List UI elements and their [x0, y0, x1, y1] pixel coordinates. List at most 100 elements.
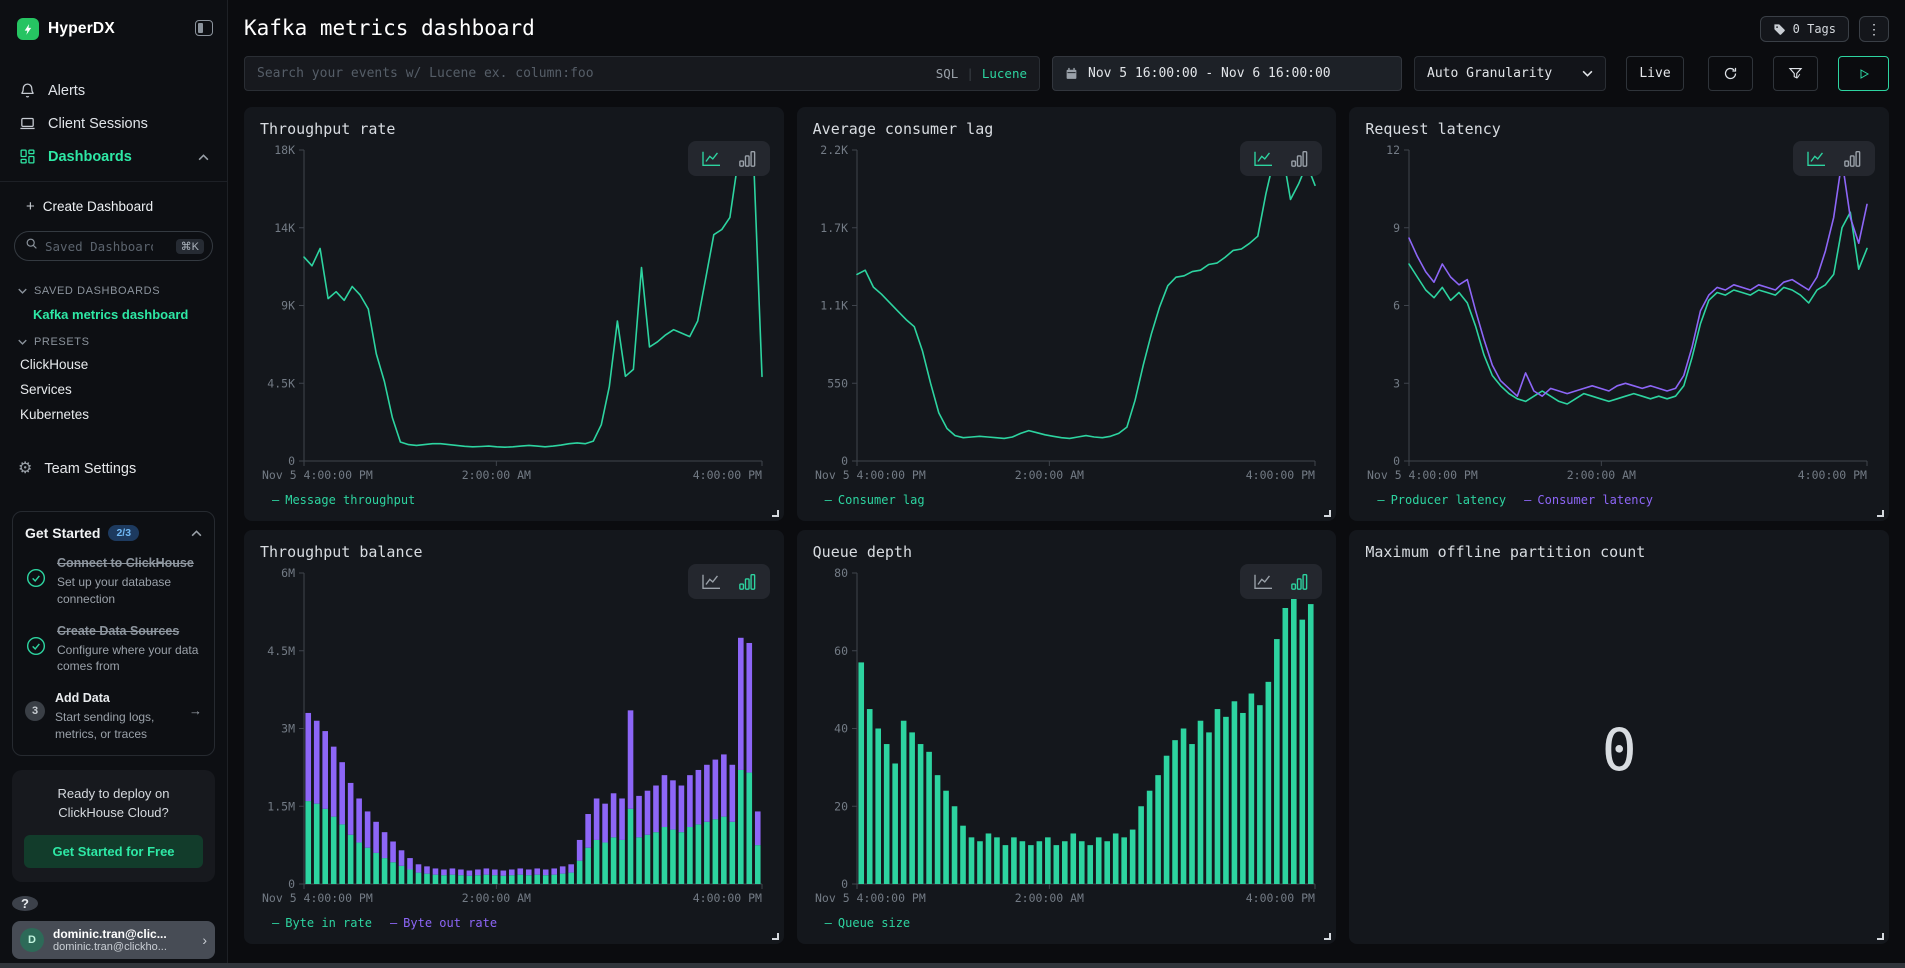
granularity-value: Auto Granularity	[1427, 66, 1552, 81]
svg-text:Nov 5 4:00:00 PM: Nov 5 4:00:00 PM	[262, 468, 373, 482]
bar-chart-icon[interactable]	[738, 573, 757, 590]
sql-toggle[interactable]: SQL	[936, 66, 959, 81]
saved-dashboards-search[interactable]: ⌘K	[14, 231, 213, 261]
horizontal-scrollbar[interactable]	[0, 963, 1905, 968]
shortcut-badge: ⌘K	[176, 239, 204, 254]
brand[interactable]: HyperDX	[12, 18, 215, 40]
filter-button[interactable]	[1773, 56, 1818, 91]
chart-panel-throughput-balance: Throughput balance 6M4.5M3M1.5M0Nov 5 4:…	[244, 530, 784, 944]
svg-text:80: 80	[834, 566, 848, 580]
chart-title: Request latency	[1365, 120, 1873, 138]
refresh-icon	[1723, 66, 1738, 81]
svg-text:Nov 5 4:00:00 PM: Nov 5 4:00:00 PM	[1367, 468, 1478, 482]
tags-button[interactable]: 0 Tags	[1760, 16, 1849, 42]
sidebar-item-alerts[interactable]: Alerts	[12, 74, 215, 107]
panel-resize-handle[interactable]	[1324, 510, 1331, 517]
line-chart-icon[interactable]	[1253, 573, 1274, 590]
line-chart-icon[interactable]	[1253, 150, 1274, 167]
preset-clickhouse[interactable]: ClickHouse	[12, 352, 215, 377]
toggle-divider: |	[966, 66, 974, 81]
svg-text:Nov 5 4:00:00 PM: Nov 5 4:00:00 PM	[262, 891, 373, 905]
section-presets[interactable]: PRESETS	[12, 332, 215, 352]
sidebar-item-client-sessions[interactable]: Client Sessions	[12, 107, 215, 140]
lucene-toggle[interactable]: Lucene	[982, 66, 1027, 81]
chart-legend: —Consumer lag	[813, 485, 1321, 515]
chart-type-toggle	[688, 141, 770, 176]
legend-item[interactable]: —Message throughput	[272, 493, 415, 507]
get-started-title: Get Started	[25, 525, 100, 541]
legend-item[interactable]: —Consumer latency	[1524, 493, 1653, 507]
brand-name: HyperDX	[48, 20, 115, 38]
run-query-button[interactable]	[1838, 56, 1889, 91]
charts-grid: Throughput rate 18K14K9K4.5K0Nov 5 4:00:…	[244, 107, 1889, 944]
bar-chart-icon[interactable]	[1843, 150, 1862, 167]
get-started-card: Get Started 2/3 Connect to ClickHouse Se…	[12, 511, 215, 756]
svg-text:2:00:00 AM: 2:00:00 AM	[462, 468, 531, 482]
get-started-step-3[interactable]: 3 Add Data Start sending logs, metrics, …	[25, 689, 202, 743]
more-options-button[interactable]: ⋮	[1859, 16, 1889, 42]
chart-legend: —Queue size	[813, 908, 1321, 938]
line-chart-icon[interactable]	[1806, 150, 1827, 167]
legend-item[interactable]: —Byte in rate	[272, 916, 372, 930]
step-desc: Configure where your data comes from	[57, 642, 202, 676]
get-started-free-button[interactable]: Get Started for Free	[24, 835, 203, 868]
get-started-step-1[interactable]: Connect to ClickHouse Set up your databa…	[25, 554, 202, 608]
panel-resize-handle[interactable]	[772, 510, 779, 517]
laptop-icon	[18, 115, 36, 132]
svg-text:2:00:00 AM: 2:00:00 AM	[1014, 468, 1083, 482]
date-range-picker[interactable]: Nov 5 16:00:00 - Nov 6 16:00:00	[1052, 56, 1402, 91]
chart-legend: —Byte in rate —Byte out rate	[260, 908, 768, 938]
sidebar-collapse-icon[interactable]	[195, 20, 213, 36]
panel-resize-handle[interactable]	[1877, 510, 1884, 517]
dashboards-grid-icon	[18, 148, 36, 165]
chevron-up-icon[interactable]	[198, 149, 209, 165]
chart-title: Throughput balance	[260, 543, 768, 561]
panel-resize-handle[interactable]	[772, 933, 779, 940]
get-started-header[interactable]: Get Started 2/3	[25, 524, 202, 542]
granularity-select[interactable]: Auto Granularity	[1414, 56, 1606, 91]
legend-item[interactable]: —Producer latency	[1377, 493, 1506, 507]
svg-text:Nov 5 4:00:00 PM: Nov 5 4:00:00 PM	[815, 468, 926, 482]
svg-text:1.1K: 1.1K	[820, 299, 848, 313]
step-title: Add Data	[55, 691, 110, 705]
saved-dashboards-search-input[interactable]	[45, 239, 153, 254]
create-dashboard-label: Create Dashboard	[43, 199, 153, 214]
svg-text:0: 0	[288, 877, 295, 891]
bar-chart-icon[interactable]	[738, 150, 757, 167]
section-saved-dashboards[interactable]: SAVED DASHBOARDS	[12, 281, 215, 301]
svg-text:0: 0	[841, 454, 848, 468]
svg-text:60: 60	[834, 644, 848, 658]
avatar: D	[20, 928, 44, 952]
line-chart-icon[interactable]	[701, 150, 722, 167]
preset-services[interactable]: Services	[12, 377, 215, 402]
svg-text:2:00:00 AM: 2:00:00 AM	[1014, 891, 1083, 905]
chevron-up-icon[interactable]	[191, 524, 202, 542]
refresh-button[interactable]	[1708, 56, 1753, 91]
get-started-step-2[interactable]: Create Data Sources Configure where your…	[25, 622, 202, 676]
legend-item[interactable]: —Consumer lag	[825, 493, 925, 507]
live-button[interactable]: Live	[1626, 56, 1684, 91]
legend-item[interactable]: —Byte out rate	[390, 916, 497, 930]
help-button[interactable]: ?	[12, 896, 38, 911]
chart-canvas: 6M4.5M3M1.5M0Nov 5 4:00:00 PM2:00:00 AM4…	[260, 563, 768, 908]
chart-plot-area: 18K14K9K4.5K0Nov 5 4:00:00 PM2:00:00 AM4…	[260, 140, 768, 485]
sidebar-item-team-settings[interactable]: ⚙ Team Settings	[12, 453, 215, 485]
panel-resize-handle[interactable]	[1877, 933, 1884, 940]
create-dashboard-button[interactable]: + Create Dashboard	[12, 192, 215, 229]
line-chart-icon[interactable]	[701, 573, 722, 590]
chart-type-toggle	[1240, 141, 1322, 176]
legend-item[interactable]: —Queue size	[825, 916, 910, 930]
arrow-right-icon: →	[189, 689, 202, 743]
user-menu[interactable]: D dominic.tran@clic... dominic.tran@clic…	[12, 921, 215, 959]
event-search-box[interactable]: SQL | Lucene	[244, 56, 1040, 91]
sidebar-item-kafka-dashboard[interactable]: Kafka metrics dashboard	[12, 301, 215, 328]
preset-kubernetes[interactable]: Kubernetes	[12, 402, 215, 427]
chart-type-toggle	[688, 564, 770, 599]
play-icon	[1858, 68, 1870, 80]
chart-panel-maximum-offline-partition-count: Maximum offline partition count 0	[1349, 530, 1889, 944]
bar-chart-icon[interactable]	[1290, 150, 1309, 167]
event-search-input[interactable]	[257, 66, 936, 81]
bar-chart-icon[interactable]	[1290, 573, 1309, 590]
panel-resize-handle[interactable]	[1324, 933, 1331, 940]
sidebar-item-dashboards[interactable]: Dashboards	[12, 140, 215, 173]
